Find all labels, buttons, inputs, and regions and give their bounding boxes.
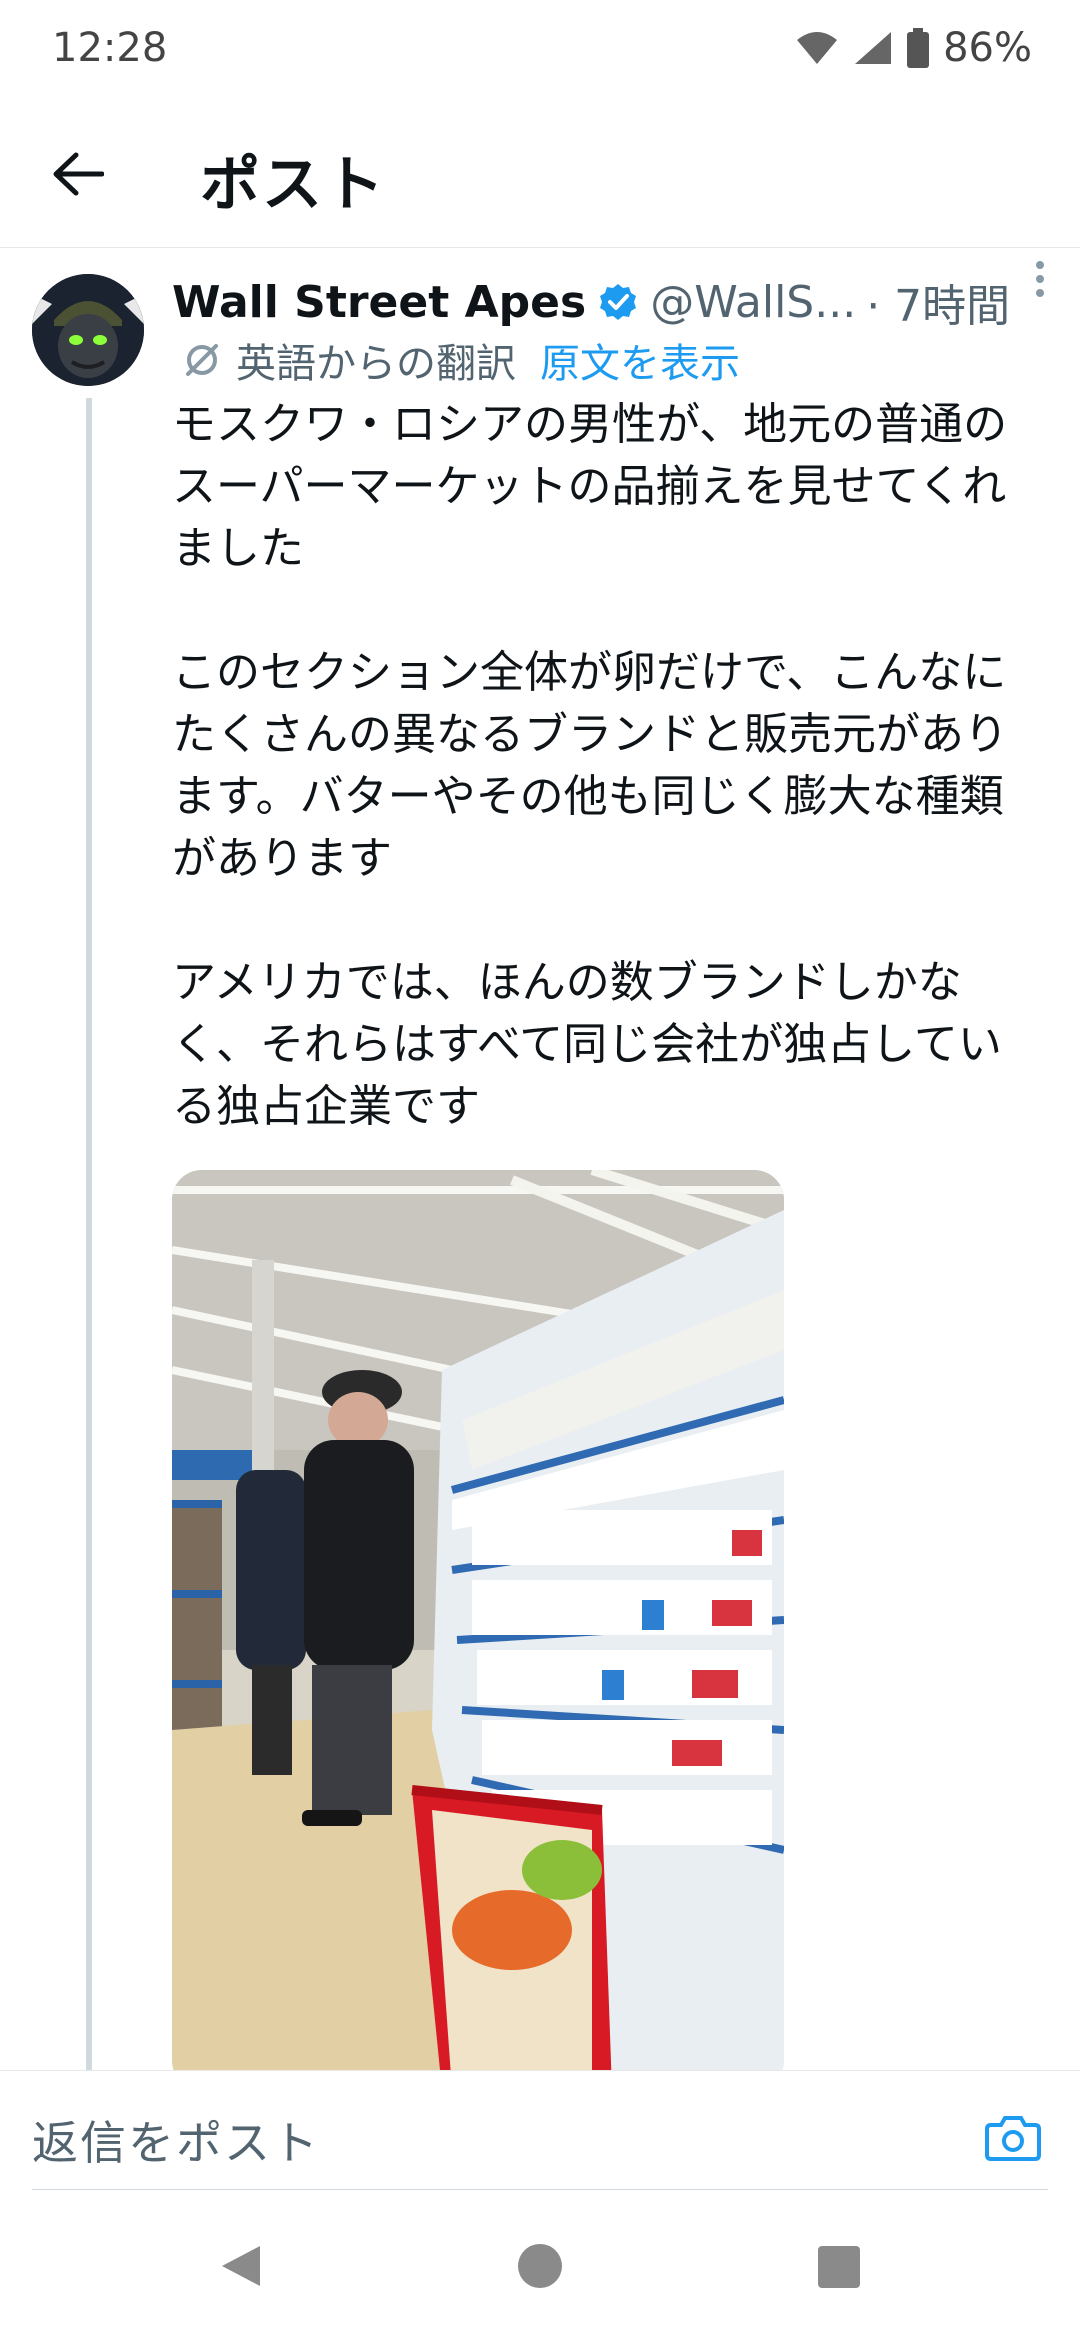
- system-nav-bar: [0, 2190, 1080, 2340]
- nav-home-icon: [518, 2244, 562, 2288]
- verified-badge-icon: [598, 282, 638, 322]
- nav-back-button[interactable]: [218, 2242, 264, 2294]
- nav-recents-button[interactable]: [818, 2246, 860, 2292]
- more-options-button[interactable]: [1020, 254, 1060, 304]
- user-handle[interactable]: @WallS...: [650, 277, 856, 328]
- status-icons: 86%: [795, 25, 1032, 71]
- nav-back-icon: [222, 2246, 260, 2286]
- tweet-media-video[interactable]: [172, 1170, 784, 2070]
- tweet[interactable]: Wall Street Apes @WallS... · 7時間 英語からの翻訳…: [0, 250, 1080, 2070]
- nav-home-button[interactable]: [516, 2242, 564, 2294]
- wifi-icon: [795, 30, 839, 66]
- screen: 12:28 86% ポスト Wall Street Apes @WallS...…: [0, 0, 1080, 2340]
- app-header: ポスト: [0, 96, 1080, 248]
- camera-icon: [985, 2116, 1041, 2161]
- reply-input[interactable]: 返信をポスト: [32, 2107, 320, 2173]
- signal-icon: [853, 30, 893, 66]
- post-time[interactable]: · 7時間: [866, 270, 1010, 334]
- thread-line: [86, 398, 92, 2070]
- arrow-left-icon: [53, 152, 104, 196]
- battery-percent: 86%: [943, 25, 1032, 71]
- more-vertical-icon: [1036, 261, 1044, 297]
- page-title: ポスト: [200, 150, 386, 220]
- translation-row: 英語からの翻訳 原文を表示: [182, 332, 740, 388]
- camera-button[interactable]: [984, 2109, 1042, 2165]
- back-button[interactable]: [48, 144, 108, 204]
- translation-label: 英語からの翻訳: [236, 341, 516, 387]
- battery-icon: [907, 28, 930, 68]
- tweet-header: Wall Street Apes @WallS... · 7時間: [172, 274, 1052, 333]
- show-original-link[interactable]: 原文を表示: [540, 331, 740, 389]
- reply-bar: 返信をポスト: [0, 2070, 1080, 2192]
- translate-off-icon: [186, 344, 218, 376]
- nav-recents-icon: [818, 2246, 860, 2288]
- avatar[interactable]: [32, 274, 144, 386]
- tweet-text: モスクワ・ロシアの男性が、地元の普通のスーパーマーケットの品揃えを見せてくれまし…: [172, 399, 1008, 1132]
- display-name[interactable]: Wall Street Apes: [172, 277, 586, 328]
- status-bar: 12:28 86%: [0, 0, 1080, 96]
- status-time: 12:28: [52, 25, 168, 71]
